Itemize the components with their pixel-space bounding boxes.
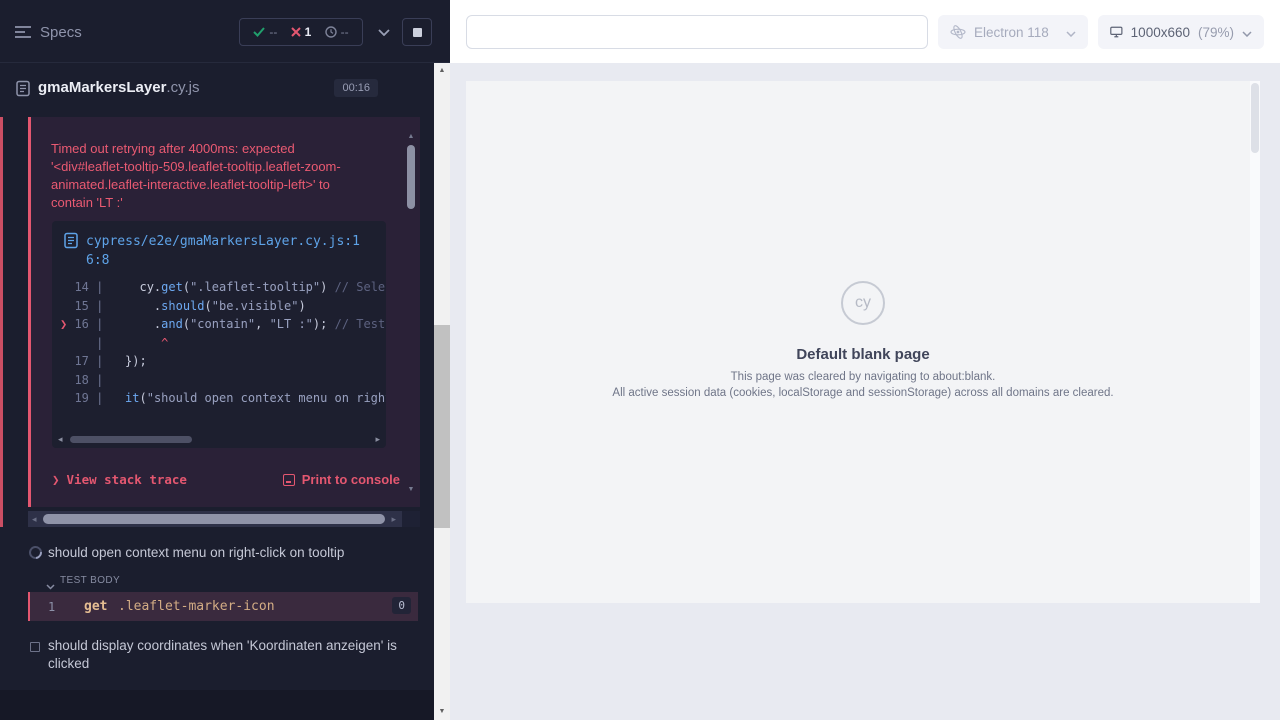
stat-failed: 1 (291, 25, 312, 39)
error-actions: ❯ View stack trace Print to console (52, 472, 400, 487)
spec-name: gmaMarkersLayer.cy.js (38, 79, 199, 96)
scroll-down-icon[interactable]: ▼ (406, 486, 416, 493)
error-panel: Timed out retrying after 4000ms: expecte… (28, 117, 420, 507)
spec-basename: gmaMarkersLayer (38, 79, 166, 96)
browser-label: Electron 118 (974, 25, 1049, 40)
failed-test-strip (0, 117, 3, 527)
scrollbar-thumb[interactable] (407, 145, 415, 209)
scrollbar-thumb[interactable] (43, 514, 385, 524)
error-message: Timed out retrying after 4000ms: expecte… (51, 140, 396, 212)
test-body-header[interactable]: TEST BODY (0, 572, 434, 590)
code-frame-file-path: cypress/e2e/gmaMarkersLayer.cy.js:16:8 (86, 232, 362, 270)
test-title: should display coordinates when 'Koordin… (48, 637, 424, 672)
test-stats: -- 1 -- (239, 18, 363, 46)
spec-duration: 00:16 (334, 79, 378, 97)
test-item-pending[interactable]: should display coordinates when 'Koordin… (0, 637, 434, 677)
viewport-selector[interactable]: 1000x660 (79%) (1098, 15, 1264, 49)
monitor-icon (1110, 25, 1123, 39)
stop-button[interactable] (402, 18, 432, 46)
spec-extension: .cy.js (166, 79, 199, 96)
viewport-scale: (79%) (1198, 25, 1234, 40)
browser-selector[interactable]: Electron 118 (938, 15, 1088, 49)
scrollbar-corner (402, 511, 420, 527)
page-vertical-scrollbar[interactable] (1250, 81, 1260, 603)
scrollbar-thumb[interactable] (1251, 83, 1259, 153)
failed-count: 1 (305, 25, 312, 39)
viewport-size: 1000x660 (1131, 25, 1190, 40)
aut-iframe-page: cy Default blank page This page was clea… (466, 81, 1260, 603)
aut-stage: cy Default blank page This page was clea… (450, 63, 1280, 720)
check-icon (253, 27, 265, 37)
command-number: 1 (48, 600, 55, 614)
code-frame: cypress/e2e/gmaMarkersLayer.cy.js:16:8 1… (52, 221, 386, 448)
chevron-down-icon (1242, 25, 1252, 40)
scroll-up-icon[interactable]: ▲ (406, 133, 416, 140)
test-item-running[interactable]: should open context menu on right-click … (0, 541, 434, 567)
reporter-horizontal-scrollbar[interactable]: ◂ ▸ (28, 511, 420, 527)
chevron-down-icon (378, 29, 390, 36)
command-message: .leaflet-marker-icon (118, 599, 275, 614)
print-to-console-button[interactable]: Print to console (283, 472, 400, 487)
scroll-up-icon[interactable]: ▲ (434, 63, 450, 79)
stack-trace-label: View stack trace (67, 472, 187, 487)
command-name: get (84, 599, 107, 614)
running-spinner-icon (26, 543, 44, 561)
code-frame-file-link[interactable]: cypress/e2e/gmaMarkersLayer.cy.js:16:8 (52, 221, 386, 274)
specs-label: Specs (40, 24, 82, 41)
print-label: Print to console (302, 472, 400, 487)
scrollbar-thumb[interactable] (70, 436, 192, 443)
blank-page-line1: This page was cleared by navigating to a… (466, 371, 1260, 383)
scroll-right-icon[interactable]: ▸ (391, 514, 396, 525)
blank-page-line2: All active session data (cookies, localS… (466, 387, 1260, 399)
command-log-row[interactable]: 1 get .leaflet-marker-icon 0 (28, 592, 418, 621)
stat-passed: -- (253, 25, 277, 39)
test-title: should open context menu on right-click … (48, 544, 424, 562)
chevron-down-icon (1066, 25, 1076, 40)
stat-pending: -- (325, 25, 349, 39)
file-icon (64, 232, 78, 270)
code-horizontal-scrollbar[interactable]: ◂ ▸ (56, 433, 382, 446)
reporter-vertical-scrollbar[interactable]: ▲ ▼ (434, 63, 450, 720)
reporter-header: Specs -- 1 -- (0, 0, 450, 63)
collapse-button[interactable] (371, 18, 397, 46)
scroll-left-icon[interactable]: ◂ (58, 434, 63, 445)
aut-panel: Electron 118 1000x660 (79%) cy Default b… (450, 0, 1280, 720)
stop-icon (413, 28, 422, 37)
scrollbar-thumb[interactable] (434, 325, 450, 528)
spec-file-icon (16, 80, 30, 102)
test-body-label: TEST BODY (60, 575, 120, 586)
code-lines: 14 | cy.get(".leaflet-tooltip") // Selec… (52, 274, 386, 408)
scroll-down-icon[interactable]: ▼ (434, 704, 450, 720)
pending-count: -- (341, 25, 349, 39)
aut-header: Electron 118 1000x660 (79%) (450, 0, 1280, 63)
electron-icon (950, 24, 966, 40)
clock-icon (325, 26, 337, 38)
url-input[interactable] (466, 15, 928, 49)
reporter-panel: Specs -- 1 -- gmaMarkersLayer.cy.js (0, 0, 450, 720)
scroll-right-icon[interactable]: ▸ (375, 434, 380, 445)
cypress-logo: cy (841, 281, 885, 325)
error-vertical-scrollbar[interactable]: ▲ ▼ (406, 133, 416, 493)
pending-square-icon (30, 642, 40, 652)
spec-header: gmaMarkersLayer.cy.js 00:16 (0, 63, 434, 113)
specs-list-icon (14, 25, 32, 39)
specs-menu-button[interactable] (14, 25, 32, 42)
reporter-footer (0, 690, 434, 720)
scroll-left-icon[interactable]: ◂ (32, 514, 37, 525)
passed-count: -- (269, 25, 277, 39)
x-icon (291, 27, 301, 37)
console-icon (283, 474, 295, 486)
chevron-right-icon: ❯ (52, 472, 60, 487)
view-stack-trace-button[interactable]: ❯ View stack trace (52, 472, 187, 487)
blank-page-title: Default blank page (466, 346, 1260, 363)
command-count-badge: 0 (392, 597, 411, 614)
